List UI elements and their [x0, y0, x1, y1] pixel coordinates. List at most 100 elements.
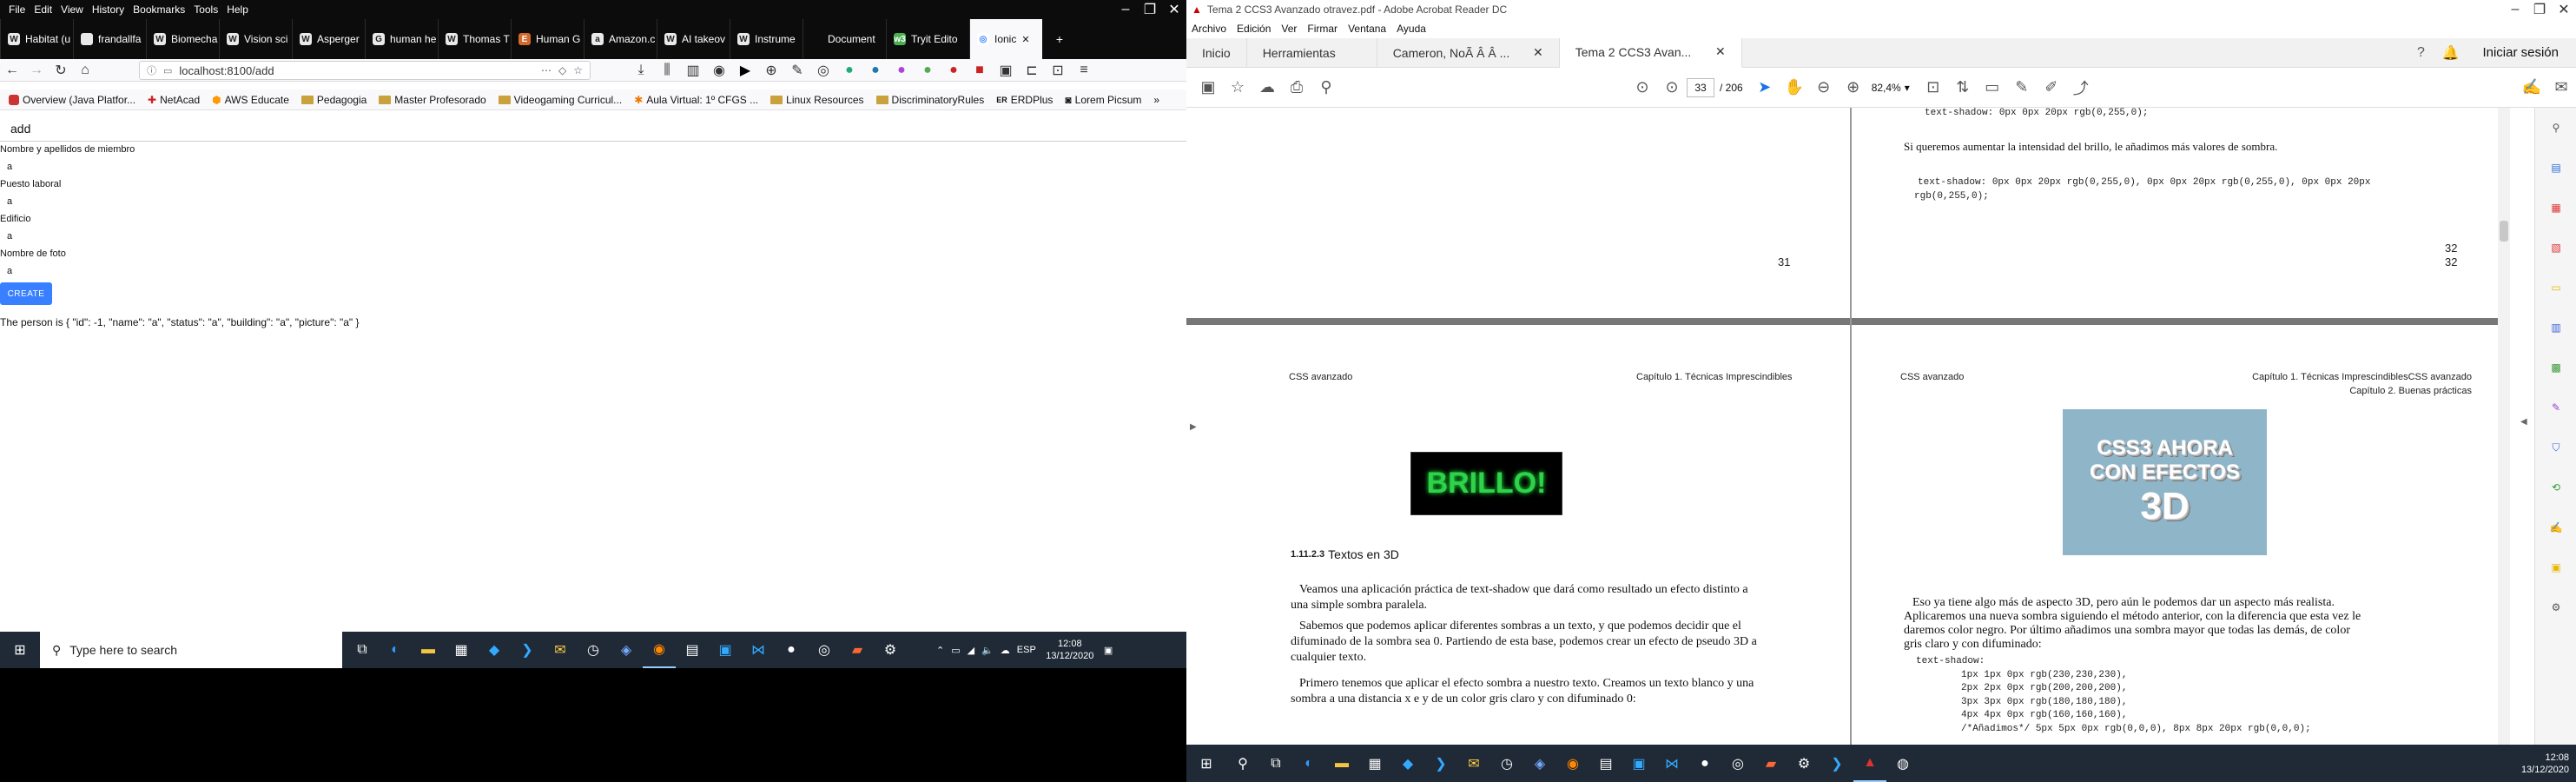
highlight-icon[interactable]: ✎	[2007, 68, 2037, 108]
tab[interactable]: E Human G	[511, 19, 584, 59]
info-icon[interactable]: ⓘ	[147, 63, 156, 77]
dropbox-icon[interactable]: ◆	[478, 632, 511, 668]
tab[interactable]: w3 Tryit Edito	[886, 19, 969, 59]
url-text[interactable]: localhost:8100/add	[179, 64, 274, 77]
app-icon[interactable]: ▰	[841, 632, 874, 668]
field-input-status[interactable]: a	[0, 196, 12, 207]
app-icon[interactable]: ▣	[709, 632, 742, 668]
store-icon[interactable]: ▦	[1358, 746, 1391, 782]
menu-firmar[interactable]: Firmar	[1307, 23, 1338, 35]
app-icon[interactable]: ◈	[1523, 746, 1556, 782]
menu-ayuda[interactable]: Ayuda	[1397, 23, 1426, 35]
tab-herramientas[interactable]: Herramientas	[1247, 37, 1377, 68]
menu-icon[interactable]: ≡	[1072, 63, 1096, 78]
tab-inicio[interactable]: Inicio	[1186, 37, 1247, 68]
terminal-icon[interactable]: ❯	[1820, 746, 1853, 782]
select-cursor-icon[interactable]: ➤	[1750, 68, 1780, 108]
tab[interactable]: W Instrume	[730, 19, 803, 59]
download-icon[interactable]: ⤓	[629, 63, 653, 78]
right-panel-toggle-icon[interactable]: ◀	[2520, 417, 2527, 427]
extension-icon[interactable]: ●	[863, 63, 888, 78]
search-icon[interactable]: ⚲	[1311, 68, 1341, 108]
menu-help[interactable]: Help	[227, 3, 248, 16]
library-icon[interactable]: ⫼	[655, 63, 679, 78]
network-icon[interactable]: ◢	[968, 645, 974, 656]
field-input-building[interactable]: a	[0, 231, 12, 242]
more-tools-icon[interactable]: ⚙	[2535, 587, 2576, 627]
menu-history[interactable]: History	[92, 3, 124, 16]
protect-icon[interactable]: ⛉	[2535, 427, 2576, 467]
app-icon[interactable]: ◍	[1886, 746, 1919, 782]
firefox-icon[interactable]: ◉	[1556, 746, 1589, 782]
menu-edicion[interactable]: Edición	[1237, 23, 1271, 35]
create-button[interactable]: CREATE	[0, 282, 52, 305]
page-number-input[interactable]: 33	[1687, 77, 1714, 97]
taskbar-search[interactable]: ⚲ Type here to search	[40, 632, 342, 668]
app-icon[interactable]: ▰	[1754, 746, 1787, 782]
settings-icon[interactable]: ⚙	[1787, 746, 1820, 782]
url-bar[interactable]: ⓘ ▭ localhost:8100/add ⋯ ◇ ☆	[139, 61, 591, 80]
bookmark-folder[interactable]: Master Profesorado	[379, 94, 486, 106]
page-up-icon[interactable]: ⊙	[1628, 68, 1657, 108]
extension-icon[interactable]: ■	[968, 63, 992, 78]
tab[interactable]: frandallfa	[73, 19, 146, 59]
windows-start-icon[interactable]: ⊞	[1186, 746, 1226, 782]
create-pdf-icon[interactable]: ▦	[2535, 188, 2576, 228]
fit-page-icon[interactable]: ⊡	[1919, 68, 1948, 108]
language-label[interactable]: ESP	[1017, 645, 1036, 655]
upload-icon[interactable]: ☁	[1252, 68, 1282, 108]
app-icon[interactable]: ◈	[610, 632, 643, 668]
sign-icon[interactable]: ✍	[2517, 68, 2546, 108]
close-tab-icon[interactable]: ✕	[1533, 45, 1543, 60]
vertical-scrollbar[interactable]	[2498, 108, 2510, 745]
extension-icon[interactable]: ●	[889, 63, 914, 78]
store-icon[interactable]: ▦	[445, 632, 478, 668]
zoom-icon[interactable]: ⚲	[2535, 108, 2576, 148]
eye-icon[interactable]: ◎	[811, 62, 836, 79]
extension-icon[interactable]: ⊏	[1020, 62, 1044, 79]
edge-icon[interactable]: ◐	[1292, 746, 1325, 782]
powershell-icon[interactable]: ❯	[511, 632, 544, 668]
tab-active[interactable]: ◎ Ionic ✕	[969, 19, 1042, 59]
star-icon[interactable]: ☆	[1223, 68, 1252, 108]
bookmark-folder[interactable]: Linux Resources	[770, 94, 864, 106]
close-icon[interactable]: ✕	[2552, 1, 2576, 18]
vscode-icon[interactable]: ⋈	[742, 632, 775, 668]
menu-tools[interactable]: Tools	[194, 3, 218, 16]
menu-view[interactable]: View	[61, 3, 83, 16]
menu-edit[interactable]: Edit	[34, 3, 52, 16]
close-tab-icon[interactable]: ✕	[1021, 34, 1029, 45]
app-icon[interactable]: ●	[1688, 746, 1721, 782]
tab[interactable]: W Biomecha	[146, 19, 219, 59]
extension-icon[interactable]: ▣	[994, 62, 1018, 79]
zoom-in-icon[interactable]: ⊕	[1839, 68, 1868, 108]
scroll-mode-icon[interactable]: ⇅	[1948, 68, 1978, 108]
bookmark-item[interactable]: ER ERDPlus	[996, 94, 1053, 106]
forward-icon[interactable]: →	[24, 63, 49, 78]
pdf-viewport[interactable]: 31 text-shadow: 0px 0px 20px rgb(0,255,0…	[1186, 108, 2498, 745]
close-tab-icon[interactable]: ✕	[1715, 44, 1726, 59]
video-icon[interactable]: ▶	[733, 62, 757, 79]
extension-icon[interactable]: ⊡	[1046, 62, 1070, 79]
powershell-icon[interactable]: ❯	[1424, 746, 1457, 782]
back-icon[interactable]: ←	[0, 63, 24, 78]
bookmark-item[interactable]: ⬢ AWS Educate	[212, 94, 289, 106]
acrobat-icon[interactable]: ▲	[1853, 746, 1886, 782]
page-down-icon[interactable]: ⊙	[1657, 68, 1687, 108]
left-panel-toggle-icon[interactable]: ▶	[1190, 422, 1197, 432]
page-actions-icon[interactable]: ⋯	[541, 64, 552, 76]
tab-document[interactable]: Cameron, NoÃ Â Â ... ✕	[1377, 37, 1560, 68]
tab[interactable]: Document	[803, 19, 886, 59]
bookmark-folder[interactable]: Pedagogia	[301, 94, 367, 106]
menu-archivo[interactable]: Archivo	[1192, 23, 1226, 35]
task-view-icon[interactable]: ⧉	[346, 632, 379, 668]
volume-icon[interactable]: 🔈	[981, 645, 994, 656]
reload-icon[interactable]: ↻	[49, 62, 73, 79]
clock[interactable]: 12:08 13/12/2020	[1043, 638, 1097, 662]
pocket-icon[interactable]: ◇	[558, 64, 566, 76]
combine-icon[interactable]: ▥	[2535, 308, 2576, 348]
pen-icon[interactable]: ✎	[785, 62, 809, 79]
edit-pdf-icon[interactable]: ▧	[2535, 228, 2576, 268]
minimize-icon[interactable]: –	[1113, 2, 1138, 17]
menu-ventana[interactable]: Ventana	[1348, 23, 1386, 35]
